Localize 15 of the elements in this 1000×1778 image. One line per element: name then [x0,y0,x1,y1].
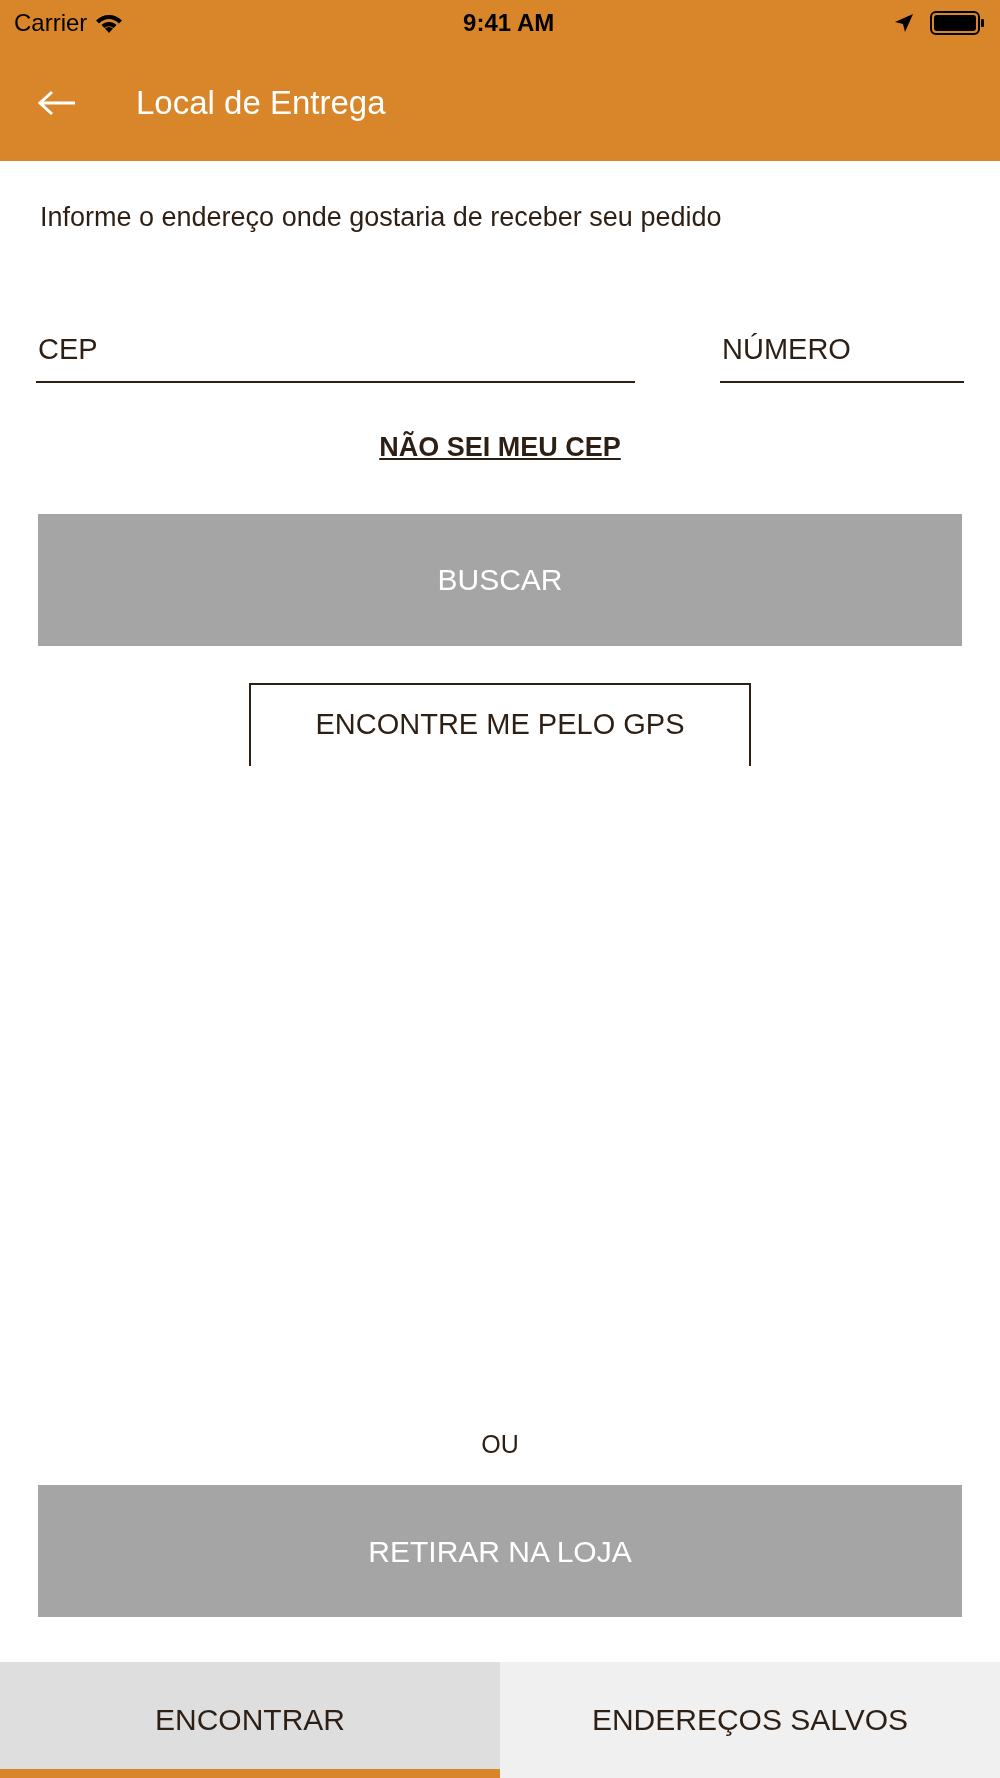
location-icon [894,12,914,33]
page-title: Local de Entrega [136,83,386,124]
gps-button[interactable]: ENCONTRE ME PELO GPS [249,682,751,766]
wifi-icon [95,12,124,33]
clock-label: 9:41 AM [462,7,556,38]
carrier-label: Carrier [14,7,88,38]
instruction-text: Informe o endereço onde gostaria de receber seu pedido [40,201,723,234]
tab[interactable]: ENDEREÇOS SALVOS [500,1662,1000,1778]
separator-text: OU [481,1429,519,1458]
back-arrow-icon[interactable] [38,90,76,116]
unknown-cep-link[interactable]: NÃO SEI MEU CEP [379,432,621,462]
number-field[interactable]: NÚMERO [720,317,964,383]
tab[interactable]: ENCONTRAR [0,1662,500,1778]
battery-icon [930,10,986,35]
cep-field[interactable]: CEP [36,317,635,383]
